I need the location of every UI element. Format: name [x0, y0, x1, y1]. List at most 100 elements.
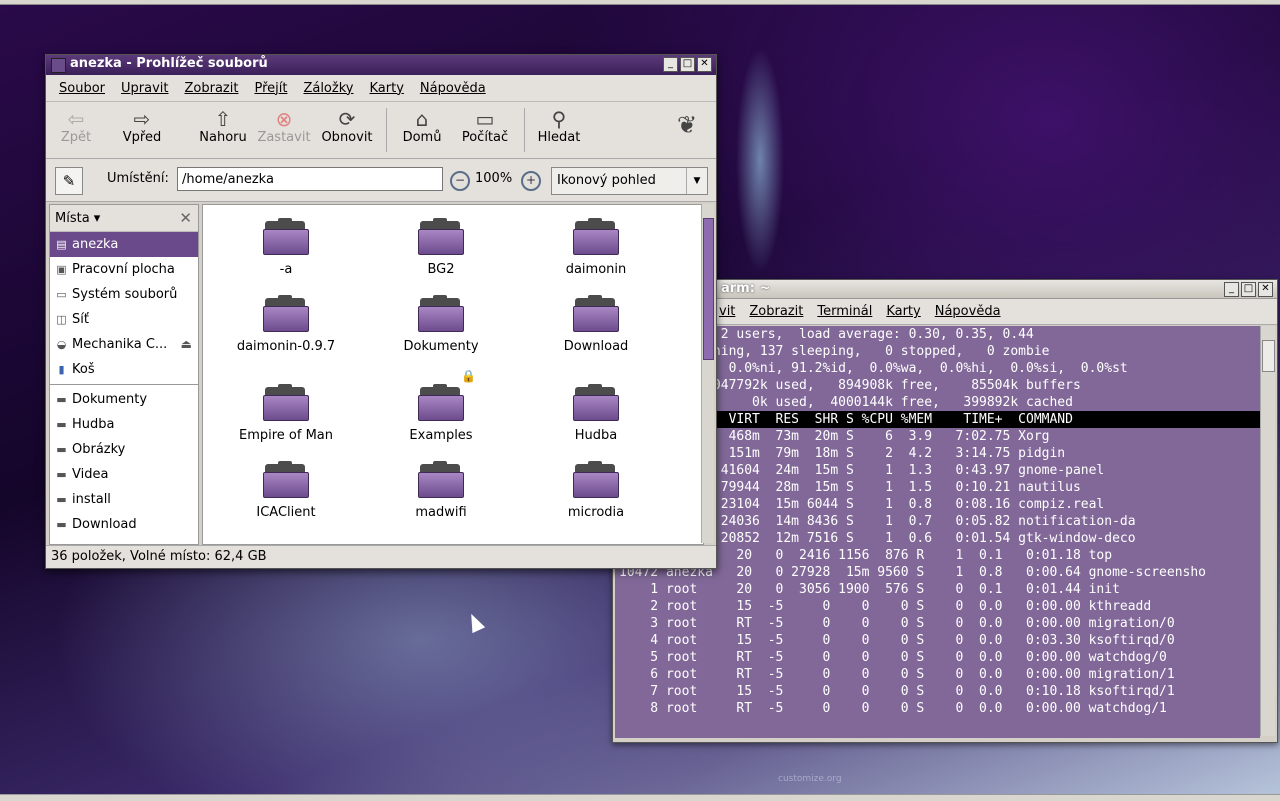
sidebar-item-bookmark[interactable]: ▬ Obrázky	[50, 437, 198, 462]
sidebar-item-trash[interactable]: ▮ Koš	[50, 357, 198, 382]
folder-item[interactable]: BG2	[376, 218, 506, 277]
close-sidebar-icon[interactable]: ✕	[179, 209, 192, 227]
folder-item[interactable]: Hudba	[531, 384, 661, 443]
menu-view[interactable]: Zobrazit	[184, 81, 238, 96]
sidebar-item-desktop[interactable]: ▣ Pracovní plocha	[50, 257, 198, 282]
process-row: 5 root RT -5 0 0 0 S 0 0.0 0:00.00 watch…	[619, 650, 1167, 665]
menu-file[interactable]: Soubor	[59, 81, 105, 96]
folder-icon: ▬	[56, 443, 67, 456]
stop-icon: ⊗	[275, 107, 293, 131]
folder-icon: ▬	[56, 493, 67, 506]
terminal-menu-view[interactable]: Zobrazit	[749, 304, 803, 319]
computer-button[interactable]: ▭ Počítač	[458, 108, 512, 145]
terminal-menu-terminal[interactable]: Terminál	[817, 304, 872, 319]
folder-item[interactable]: madwifi	[376, 461, 506, 520]
menu-bookmarks[interactable]: Záložky	[303, 81, 353, 96]
zoom-level: 100%	[475, 171, 513, 186]
folder-item[interactable]: Empire of Man	[221, 384, 351, 443]
back-button[interactable]: ⇦ Zpět	[56, 108, 96, 145]
icon-view-scroll-thumb[interactable]	[703, 218, 714, 360]
location-bar: ✎ Umístění: − 100% + Ikonový pohled ▼	[46, 159, 716, 202]
sidebar-header: Místa ▾ ✕	[50, 205, 198, 232]
folder-icon	[418, 295, 464, 332]
terminal-menu-edit[interactable]: vit	[719, 304, 735, 319]
terminal-title: arm: ~	[721, 281, 771, 296]
sidebar-item-bookmark[interactable]: ▬ Hudba	[50, 412, 198, 437]
trash-icon: ▮	[58, 363, 65, 376]
up-button[interactable]: ⇧ Nahoru	[196, 108, 250, 145]
folder-icon	[573, 461, 619, 498]
folder-item[interactable]: ICAClient	[221, 461, 351, 520]
menu-help[interactable]: Nápověda	[420, 81, 486, 96]
status-bar: 36 položek, Volné místo: 62,4 GB	[46, 545, 716, 568]
file-manager-window[interactable]: anezka - Prohlížeč souborů _ □ ✕ Soubor …	[45, 54, 717, 569]
location-label: Umístění:	[107, 171, 169, 186]
top-panel	[0, 0, 1280, 5]
lock-icon: 🔒	[461, 369, 476, 383]
terminal-scrollbar[interactable]	[1260, 326, 1275, 736]
process-row: 6 root RT -5 0 0 0 S 0 0.0 0:00.00 migra…	[619, 667, 1175, 682]
folder-item[interactable]: -a	[221, 218, 351, 277]
arrow-up-icon: ⇧	[214, 107, 232, 131]
process-row: 1 root 20 0 3056 1900 576 S 0 0.1 0:01.4…	[619, 582, 1120, 597]
location-input[interactable]	[177, 167, 443, 191]
folder-icon	[573, 384, 619, 421]
maximize-icon[interactable]: □	[680, 57, 695, 72]
folder-item[interactable]: 🔒 Examples	[376, 369, 506, 443]
folder-icon: ▬	[56, 468, 67, 481]
fm-titlebar[interactable]: anezka - Prohlížeč souborů _ □ ✕	[46, 55, 716, 75]
folder-item[interactable]: Dokumenty	[376, 295, 506, 354]
folder-icon	[573, 295, 619, 332]
view-mode-select[interactable]: Ikonový pohled ▼	[551, 167, 708, 195]
process-row: 7 root 15 -5 0 0 0 S 0 0.0 0:10.18 ksoft…	[619, 684, 1175, 699]
arrow-left-icon: ⇦	[67, 107, 85, 131]
pencil-icon: ✎	[62, 172, 76, 190]
toolbar-separator	[386, 108, 387, 152]
menu-edit[interactable]: Upravit	[121, 81, 168, 96]
folder-icon	[418, 218, 464, 255]
close-icon[interactable]: ✕	[697, 57, 712, 72]
terminal-menu-tabs[interactable]: Karty	[886, 304, 920, 319]
chevron-down-icon: ▼	[686, 168, 707, 194]
places-dropdown[interactable]: Místa ▾	[55, 211, 100, 226]
maximize-icon[interactable]: □	[1241, 282, 1256, 297]
sidebar-item-cd-drive[interactable]: ◒ Mechanika C... ⏏	[50, 332, 198, 357]
home-icon: ⌂	[415, 107, 429, 131]
folder-icon	[418, 461, 464, 498]
search-button[interactable]: ⚲ Hledat	[534, 108, 584, 145]
terminal-menu-help[interactable]: Nápověda	[935, 304, 1001, 319]
fm-title: anezka - Prohlížeč souborů	[70, 56, 268, 71]
sidebar-item-bookmark[interactable]: ▬ Videa	[50, 462, 198, 487]
folder-icon: ▬	[56, 418, 67, 431]
zoom-in-icon[interactable]: +	[521, 171, 541, 191]
home-button[interactable]: ⌂ Domů	[398, 108, 446, 145]
menu-go[interactable]: Přejít	[254, 81, 287, 96]
forward-button[interactable]: ⇨ Vpřed	[118, 108, 166, 145]
sidebar-item-filesystem[interactable]: ▭ Systém souborů	[50, 282, 198, 307]
folder-item[interactable]: daimonin-0.9.7	[221, 295, 351, 354]
folder-item[interactable]: daimonin	[531, 218, 661, 277]
sidebar-item-bookmark[interactable]: ▬ install	[50, 487, 198, 512]
minimize-icon[interactable]: _	[1224, 282, 1239, 297]
stop-button[interactable]: ⊗ Zastavit	[256, 108, 312, 145]
terminal-scroll-thumb[interactable]	[1262, 340, 1275, 372]
cd-drive-icon: ◒	[56, 338, 67, 351]
sidebar-item-home[interactable]: ▤ anezka	[50, 232, 198, 257]
icon-view-scrollbar[interactable]	[701, 204, 714, 543]
close-icon[interactable]: ✕	[1258, 282, 1273, 297]
folder-app-icon[interactable]	[51, 58, 66, 73]
sidebar-item-bookmark[interactable]: ▬ Dokumenty	[50, 387, 198, 412]
eject-icon[interactable]: ⏏	[181, 332, 192, 357]
toolbar-separator	[524, 108, 525, 152]
folder-item[interactable]: Download	[531, 295, 661, 354]
reload-button[interactable]: ⟳ Obnovit	[320, 108, 374, 145]
menu-tabs[interactable]: Karty	[369, 81, 403, 96]
minimize-icon[interactable]: _	[663, 57, 678, 72]
sidebar-item-bookmark[interactable]: ▬ Download	[50, 512, 198, 537]
folder-item[interactable]: microdia	[531, 461, 661, 520]
zoom-out-icon[interactable]: −	[450, 171, 470, 191]
edit-location-button[interactable]: ✎	[55, 167, 83, 195]
gnome-foot-icon: ❦	[676, 111, 698, 139]
sidebar-item-network[interactable]: ◫ Síť	[50, 307, 198, 332]
icon-view[interactable]: -a BG2 daimonin daimonin-0.9.7 Dokumenty…	[202, 204, 704, 545]
